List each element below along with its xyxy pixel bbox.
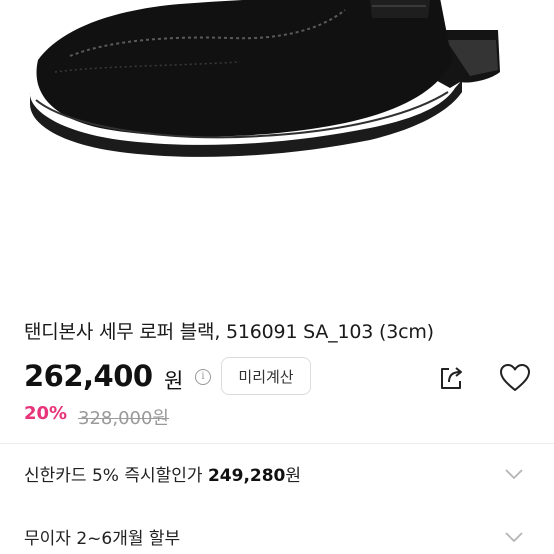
card-discount-unit: 원	[285, 466, 302, 486]
loafer-shoe-photo	[29, 0, 500, 157]
card-discount-price: 249,280	[207, 466, 286, 486]
installment-row[interactable]: 무이자 2~6개월 할부	[0, 510, 554, 554]
card-discount-text: 신한카드 5% 즉시할인가 249,280원	[24, 461, 301, 486]
product-info: 탠디본사 세무 로퍼 블랙, 516091 SA_103 (3cm) 262,4…	[0, 290, 554, 554]
share-icon[interactable]	[436, 363, 466, 393]
product-title: 탠디본사 세무 로퍼 블랙, 516091 SA_103 (3cm)	[24, 321, 434, 343]
chevron-down-icon[interactable]	[504, 467, 524, 481]
card-discount-label: 신한카드 5% 즉시할인가	[24, 466, 208, 486]
product-image	[0, 0, 554, 290]
card-discount-row[interactable]: 신한카드 5% 즉시할인가 249,280원	[0, 444, 554, 504]
discount-rate: 20%	[24, 403, 68, 424]
info-icon[interactable]: i	[195, 369, 211, 385]
price-unit: 원	[164, 369, 184, 393]
preview-calc-button[interactable]: 미리계산	[221, 357, 311, 395]
price-row: 262,400 원 i 미리계산	[24, 357, 534, 397]
sale-price: 262,400	[24, 359, 153, 393]
original-price: 328,000원	[78, 408, 169, 429]
installment-text: 무이자 2~6개월 할부	[24, 529, 181, 549]
heart-icon[interactable]	[499, 363, 531, 393]
chevron-down-icon[interactable]	[504, 530, 524, 544]
